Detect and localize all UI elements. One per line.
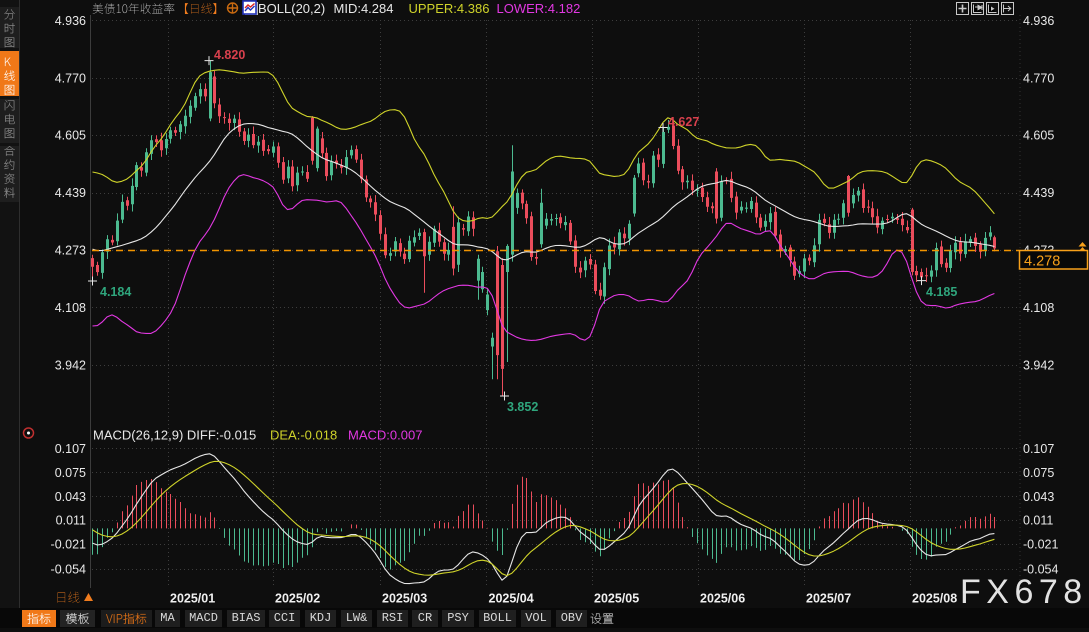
svg-text:MID:4.284: MID:4.284 [334, 1, 394, 16]
svg-text:4.820: 4.820 [214, 48, 245, 62]
svg-text:0.107: 0.107 [1023, 442, 1054, 456]
svg-text:2025/06: 2025/06 [700, 592, 745, 606]
svg-text:2025/07: 2025/07 [806, 592, 851, 606]
svg-text:2025/03: 2025/03 [382, 592, 427, 606]
svg-text:0.075: 0.075 [1023, 466, 1054, 480]
svg-text:4.770: 4.770 [55, 71, 86, 85]
svg-text:MACD:0.007: MACD:0.007 [348, 428, 422, 443]
svg-text:0.043: 0.043 [1023, 490, 1054, 504]
svg-text:0.011: 0.011 [1023, 514, 1053, 528]
svg-text:4.278: 4.278 [1024, 254, 1060, 270]
svg-text:3.852: 3.852 [507, 400, 538, 414]
svg-text:2025/05: 2025/05 [594, 592, 639, 606]
svg-text:0.043: 0.043 [55, 490, 86, 504]
svg-text:BOLL(20,2): BOLL(20,2) [258, 1, 325, 16]
svg-text:2025/04: 2025/04 [489, 592, 534, 606]
svg-text:4.605: 4.605 [55, 129, 86, 143]
svg-text:FX678: FX678 [960, 573, 1088, 611]
svg-text:-0.021: -0.021 [1023, 538, 1058, 552]
svg-text:4.627: 4.627 [668, 115, 699, 129]
svg-text:MACD(26,12,9) DIFF:-0.015: MACD(26,12,9) DIFF:-0.015 [93, 428, 256, 443]
svg-text:4.936: 4.936 [1023, 14, 1054, 28]
svg-text:DEA:-0.018: DEA:-0.018 [270, 428, 337, 443]
svg-text:0.011: 0.011 [56, 514, 86, 528]
svg-text:2025/01: 2025/01 [170, 592, 215, 606]
svg-text:4.184: 4.184 [100, 285, 131, 299]
svg-text:0.075: 0.075 [55, 466, 86, 480]
svg-text:UPPER:4.386: UPPER:4.386 [409, 1, 490, 16]
svg-text:2025/02: 2025/02 [275, 592, 320, 606]
svg-text:0.107: 0.107 [55, 442, 86, 456]
svg-text:2025/08: 2025/08 [912, 592, 957, 606]
svg-text:4.185: 4.185 [926, 285, 957, 299]
svg-text:4.936: 4.936 [55, 14, 86, 28]
svg-text:-0.054: -0.054 [51, 562, 86, 576]
svg-text:4.605: 4.605 [1023, 129, 1054, 143]
svg-text:LOWER:4.182: LOWER:4.182 [497, 1, 581, 16]
svg-text:4.273: 4.273 [55, 244, 86, 258]
svg-text:3.942: 3.942 [1023, 358, 1054, 372]
svg-text:4.439: 4.439 [1023, 186, 1054, 200]
svg-text:4.770: 4.770 [1023, 71, 1054, 85]
svg-text:-0.021: -0.021 [51, 538, 86, 552]
svg-text:3.942: 3.942 [55, 358, 86, 372]
svg-text:4.439: 4.439 [55, 186, 86, 200]
svg-text:4.108: 4.108 [55, 301, 86, 315]
svg-text:4.108: 4.108 [1023, 301, 1054, 315]
